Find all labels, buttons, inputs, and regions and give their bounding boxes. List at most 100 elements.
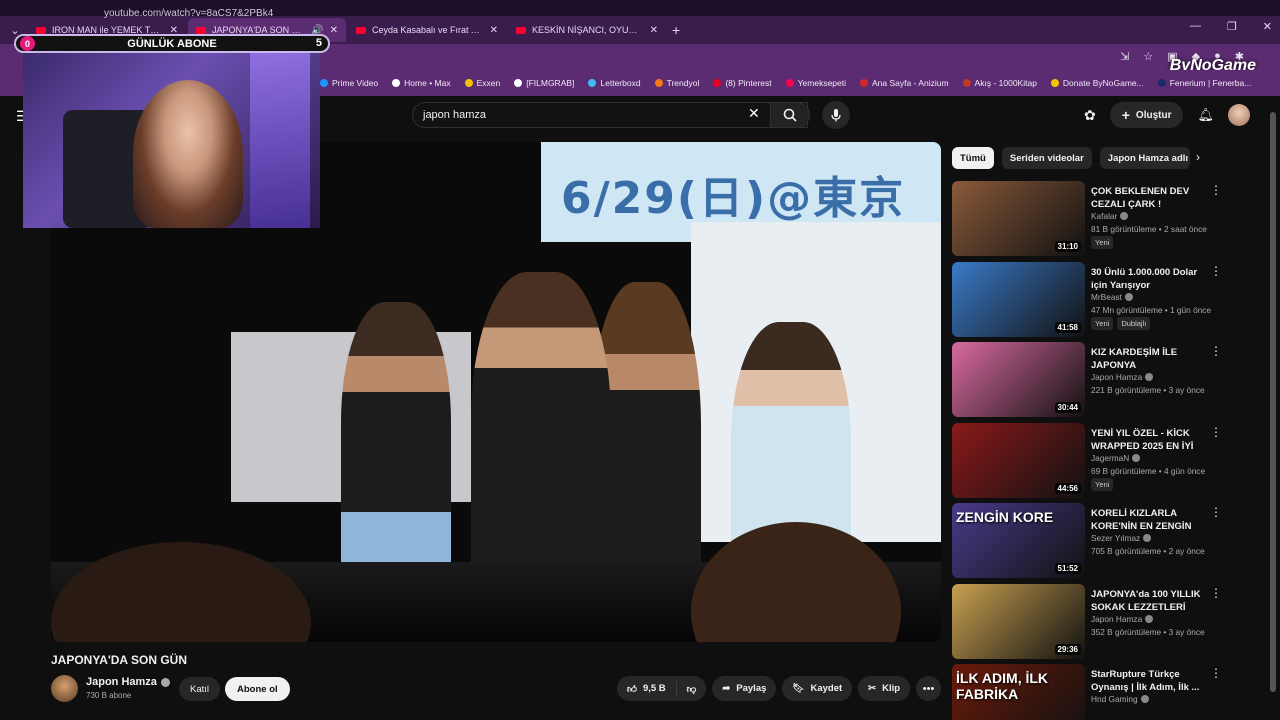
- create-button[interactable]: + Oluştur: [1109, 102, 1184, 128]
- recommended-video-title[interactable]: KORELİ KIZLARLA KORE'NİN EN ZENGİN ...: [1091, 507, 1201, 533]
- bookmark-item[interactable]: Home • Max: [392, 78, 451, 88]
- webcam-light: [250, 50, 310, 228]
- bookmark-item[interactable]: Donate ByNoGame...: [1050, 78, 1144, 88]
- bookmark-item[interactable]: Ana Sayfa - Anizium: [860, 78, 949, 88]
- recommended-video[interactable]: 30:44 KIZ KARDEŞİM İLE JAPONYA Japon Hamza…: [952, 342, 1222, 418]
- minimize-icon[interactable]: —: [1190, 20, 1201, 33]
- like-button[interactable]: 👍︎ 9,5 B: [617, 676, 676, 701]
- bookmark-icon: 🔖︎: [792, 683, 805, 694]
- channel-avatar[interactable]: [51, 675, 78, 702]
- verified-icon: [1124, 293, 1133, 301]
- tab-close-icon[interactable]: ✕: [650, 25, 658, 36]
- new-tab-button[interactable]: +: [672, 22, 680, 38]
- browser-tab[interactable]: Ceyda Kasabalı ve Fırat Albayra ✕: [348, 18, 506, 42]
- recommended-channel[interactable]: JagermaN: [1091, 453, 1141, 463]
- clear-search-icon[interactable]: ✕: [748, 105, 760, 122]
- recommended-channel[interactable]: MrBeast: [1091, 292, 1133, 302]
- share-label: Paylaş: [736, 683, 767, 694]
- recommended-video-title[interactable]: KIZ KARDEŞİM İLE JAPONYA: [1091, 346, 1201, 372]
- recommended-channel[interactable]: Sezer Yılmaz: [1091, 533, 1152, 543]
- save-button[interactable]: 🔖︎ Kaydet: [782, 676, 853, 701]
- chip-all[interactable]: Tümü: [952, 147, 994, 169]
- browser-tab[interactable]: KESKİN NİŞANCI, OYUNLARDA ✕: [508, 18, 666, 42]
- more-vertical-icon[interactable]: ⋮: [1210, 505, 1222, 519]
- bookmark-item[interactable]: [FILMGRAB]: [514, 78, 574, 88]
- bookmark-item[interactable]: Yemeksepeti: [785, 78, 846, 88]
- chevron-right-icon[interactable]: ›: [1196, 150, 1200, 164]
- more-vertical-icon[interactable]: ⋮: [1210, 264, 1222, 278]
- tab-close-icon[interactable]: ✕: [490, 25, 498, 36]
- chip-channel[interactable]: Japon Hamza adlı yü: [1099, 147, 1190, 169]
- save-label: Kaydet: [810, 683, 843, 694]
- video-thumbnail[interactable]: 31:10: [952, 181, 1085, 256]
- bookmark-item[interactable]: Prime Video: [320, 78, 378, 88]
- bookmark-item[interactable]: Trendyol: [654, 78, 699, 88]
- account-avatar[interactable]: [1228, 104, 1250, 126]
- video-thumbnail[interactable]: ZENGİN KORE 51:52: [952, 503, 1085, 578]
- voice-search-button[interactable]: [822, 101, 850, 129]
- video-thumbnail[interactable]: İLK ADIM, İLK FABRİKA: [952, 664, 1085, 720]
- recommended-channel-name: Kafalar: [1091, 211, 1118, 221]
- channel-name[interactable]: Japon Hamza: [86, 676, 170, 688]
- verified-icon: [160, 677, 170, 687]
- bookmark-favicon-icon: [860, 79, 868, 87]
- recommended-video-title[interactable]: ÇOK BEKLENEN DEV CEZALI ÇARK !: [1091, 185, 1201, 211]
- bookmark-item[interactable]: Exxen: [464, 78, 500, 88]
- recommended-channel[interactable]: Japon Hamza: [1091, 372, 1154, 382]
- bookmark-favicon-icon: [514, 79, 523, 87]
- more-actions-button[interactable]: •••: [916, 676, 942, 701]
- recommended-video-title[interactable]: StarRupture Türkçe Oynanış | İlk Adım, İ…: [1091, 668, 1201, 694]
- more-vertical-icon[interactable]: ⋮: [1210, 344, 1222, 358]
- recommended-video-title[interactable]: JAPONYA'da 100 YILLIK SOKAK LEZZETLERİ: [1091, 588, 1201, 614]
- recommended-video[interactable]: 31:10 ÇOK BEKLENEN DEV CEZALI ÇARK ! Kafal…: [952, 181, 1222, 257]
- bookmark-item[interactable]: Fenerium | Fenerba...: [1157, 78, 1251, 88]
- page-scrollbar[interactable]: [1270, 112, 1276, 692]
- recommended-channel-name: Hnd Gaming: [1091, 694, 1138, 704]
- recommended-video-title[interactable]: 30 Ünlü 1.000.000 Dolar için Yarışıyor: [1091, 266, 1201, 292]
- video-thumbnail[interactable]: 44:56: [952, 423, 1085, 498]
- bookmark-label: Ana Sayfa - Anizium: [872, 78, 949, 88]
- dislike-button[interactable]: 👎︎: [677, 676, 707, 701]
- video-thumbnail[interactable]: 30:44: [952, 342, 1085, 417]
- recommended-video[interactable]: 29:36 JAPONYA'da 100 YILLIK SOKAK LEZZETL…: [952, 584, 1222, 660]
- tab-close-icon[interactable]: ✕: [330, 25, 338, 36]
- notifications-bell-icon[interactable]: 🔔︎: [1197, 107, 1214, 123]
- close-window-icon[interactable]: ✕: [1263, 20, 1272, 33]
- url-field[interactable]: youtube.com/watch?v=8aCS7&2PBk4: [104, 8, 273, 19]
- search-button[interactable]: [770, 102, 810, 128]
- more-vertical-icon[interactable]: ⋮: [1210, 666, 1222, 680]
- bookmark-item[interactable]: Akış - 1000Kitap: [962, 78, 1037, 88]
- chip-series[interactable]: Seriden videolar: [1001, 147, 1092, 169]
- bookmark-favicon-icon: [588, 79, 597, 87]
- youtube-favicon-icon: [356, 26, 366, 34]
- subscribe-button[interactable]: Abone ol: [225, 677, 290, 701]
- more-vertical-icon[interactable]: ⋮: [1210, 586, 1222, 600]
- join-button[interactable]: Katıl: [179, 677, 221, 701]
- bookmark-favicon-icon: [1050, 79, 1059, 87]
- recommended-video[interactable]: 44:56 YENİ YIL ÖZEL - KİCK WRAPPED 2025 E…: [952, 423, 1222, 499]
- recommended-video[interactable]: 41:58 30 Ünlü 1.000.000 Dolar için Yarışı…: [952, 262, 1222, 338]
- bookmark-item[interactable]: Letterboxd: [588, 78, 641, 88]
- recommended-video-title[interactable]: YENİ YIL ÖZEL - KİCK WRAPPED 2025 EN İYİ…: [1091, 427, 1201, 453]
- install-icon[interactable]: ⇲: [1120, 50, 1129, 63]
- recommended-channel[interactable]: Japon Hamza: [1091, 614, 1154, 624]
- video-thumbnail[interactable]: 29:36: [952, 584, 1085, 659]
- recommended-badges: Yeni: [1091, 478, 1114, 491]
- status-badge: Yeni: [1091, 478, 1114, 491]
- recommended-video[interactable]: İLK ADIM, İLK FABRİKA StarRupture Türkçe …: [952, 664, 1222, 720]
- bookmark-item[interactable]: (8) Pinterest: [713, 78, 772, 88]
- video-thumbnail[interactable]: 41:58: [952, 262, 1085, 337]
- more-vertical-icon[interactable]: ⋮: [1210, 425, 1222, 439]
- streamer-webcam: [23, 50, 320, 228]
- recommended-channel[interactable]: Hnd Gaming: [1091, 694, 1149, 704]
- premium-icon[interactable]: ✿: [1084, 107, 1096, 124]
- clip-button[interactable]: ✂ Klip: [858, 676, 911, 701]
- recommended-meta: 47 Mn görüntüleme • 1 gün önce: [1091, 305, 1212, 315]
- maximize-icon[interactable]: ❐: [1227, 20, 1237, 33]
- bookmark-star-icon[interactable]: ☆: [1143, 50, 1153, 63]
- recommended-video[interactable]: ZENGİN KORE 51:52 KORELİ KIZLARLA KORE'NİN…: [952, 503, 1222, 579]
- recommended-badges: Yeni: [1091, 236, 1114, 249]
- recommended-channel[interactable]: Kafalar: [1091, 211, 1129, 221]
- more-vertical-icon[interactable]: ⋮: [1210, 183, 1222, 197]
- share-button[interactable]: ➦ Paylaş: [712, 676, 777, 701]
